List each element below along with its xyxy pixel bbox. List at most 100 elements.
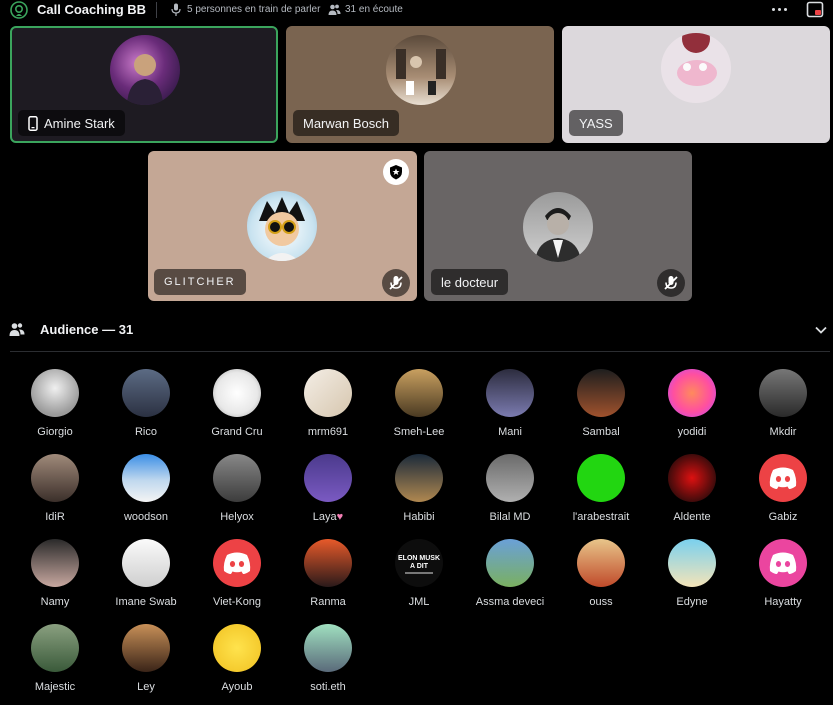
audience-member[interactable]: IdiR [10,454,100,532]
audience-member-name: Aldente [673,511,711,523]
avatar [577,369,625,417]
audience-member-name: Ayoub [221,681,253,693]
speaker-name: YASS [579,115,613,131]
audience-member[interactable]: Helyox [192,454,282,532]
speaker-tile-yass[interactable]: YASS [562,26,830,143]
discord-logo-icon [223,552,251,574]
audience-member[interactable]: Mkdir [738,369,828,447]
avatar [304,454,352,502]
avatar [122,454,170,502]
audience-member-name: Rico [134,426,157,438]
speaker-name-pill: YASS [569,110,623,136]
avatar [668,539,716,587]
audience-member[interactable]: Imane Swab [101,539,191,617]
avatar [661,33,731,103]
audience-member[interactable]: Hayatty [738,539,828,617]
header-divider [156,2,157,18]
audience-member-name: Bilal MD [489,511,531,523]
audience-member-name: Giorgio [37,426,73,438]
audience-member[interactable]: Habibi [374,454,464,532]
audience-member[interactable]: mrm691 [283,369,373,447]
audience-member-name: soti.eth [310,681,346,693]
audience-member[interactable]: Ranma [283,539,373,617]
microphone-icon [171,3,181,16]
speaker-tile-glitcher[interactable]: GLITCHER [148,151,417,301]
speaker-tile-le-docteur[interactable]: le docteur [424,151,692,301]
audience-member[interactable]: Ayoub [192,624,282,702]
audience-member-name: Viet-Kong [212,596,262,608]
avatar [213,369,261,417]
audience-title: Audience — 31 [40,322,134,337]
audience-member-name: Grand Cru [211,426,263,438]
audience-member[interactable]: woodson [101,454,191,532]
audience-member[interactable]: Viet-Kong [192,539,282,617]
audience-member-name: Mani [498,426,522,438]
avatar [247,191,317,261]
audience-member[interactable]: Laya♥ [283,454,373,532]
avatar [395,454,443,502]
speaker-name: Amine Stark [44,115,115,131]
audience-member-name: l'arabestrait [572,511,630,523]
audience-member[interactable]: Gabiz [738,454,828,532]
audience-member[interactable]: ELON MUSK A DIT JML [374,539,464,617]
speaker-name: le docteur [441,274,499,290]
audience-member[interactable]: Sambal [556,369,646,447]
audience-member[interactable]: Edyne [647,539,737,617]
avatar [486,454,534,502]
avatar [304,369,352,417]
audience-member[interactable]: Rico [101,369,191,447]
muted-mic-indicator [657,269,685,297]
avatar [31,369,79,417]
speaker-tile-amine-stark[interactable]: Amine Stark [10,26,278,143]
audience-member-name: yodidi [677,426,707,438]
audience-member[interactable]: Smeh-Lee [374,369,464,447]
avatar [122,624,170,672]
audience-member[interactable]: Assma deveci [465,539,555,617]
audience-member[interactable]: ouss [556,539,646,617]
stage-header: Call Coaching BB 5 personnes en train de… [0,0,833,22]
audience-member-name: Imane Swab [115,596,177,608]
audience-member[interactable]: Ley [101,624,191,702]
audience-member[interactable]: Aldente [647,454,737,532]
audience-member[interactable]: Majestic [10,624,100,702]
svg-text:A DIT: A DIT [410,563,429,570]
avatar [395,369,443,417]
audience-member[interactable]: soti.eth [283,624,373,702]
chevron-down-icon[interactable] [815,325,827,335]
speaker-tile-marwan-bosch[interactable]: Marwan Bosch [286,26,554,143]
avatar [31,624,79,672]
audience-member-name: Mkdir [769,426,797,438]
audience-member-name: Smeh-Lee [393,426,445,438]
avatar [759,369,807,417]
avatar [213,624,261,672]
audience-member[interactable]: Mani [465,369,555,447]
speaker-name-pill: le docteur [431,269,509,295]
avatar [759,539,807,587]
avatar: ELON MUSK A DIT [395,539,443,587]
audience-member-name: Assma deveci [475,596,545,608]
audience-member[interactable]: Grand Cru [192,369,282,447]
avatar [668,454,716,502]
audience-member-name: Ley [137,681,155,693]
popout-icon[interactable] [806,1,824,19]
audience-member[interactable]: Bilal MD [465,454,555,532]
avatar [213,539,261,587]
avatar [577,539,625,587]
more-options-button[interactable] [772,8,787,11]
listeners-count: 31 en écoute [345,4,403,15]
discord-logo-icon [769,467,797,489]
avatar [668,369,716,417]
listeners-icon [328,4,341,15]
audience-icon [9,323,25,336]
audience-member-name: ouss [589,596,613,608]
speaker-name-pill: Amine Stark [18,110,125,136]
audience-member[interactable]: Giorgio [10,369,100,447]
avatar [110,35,180,105]
audience-member-name: Habibi [403,511,435,523]
audience-member[interactable]: yodidi [647,369,737,447]
avatar [122,369,170,417]
audience-member[interactable]: Namy [10,539,100,617]
audience-member[interactable]: l'arabestrait [556,454,646,532]
speaker-name: Marwan Bosch [303,115,389,131]
speaker-name-pill: Marwan Bosch [293,110,399,136]
